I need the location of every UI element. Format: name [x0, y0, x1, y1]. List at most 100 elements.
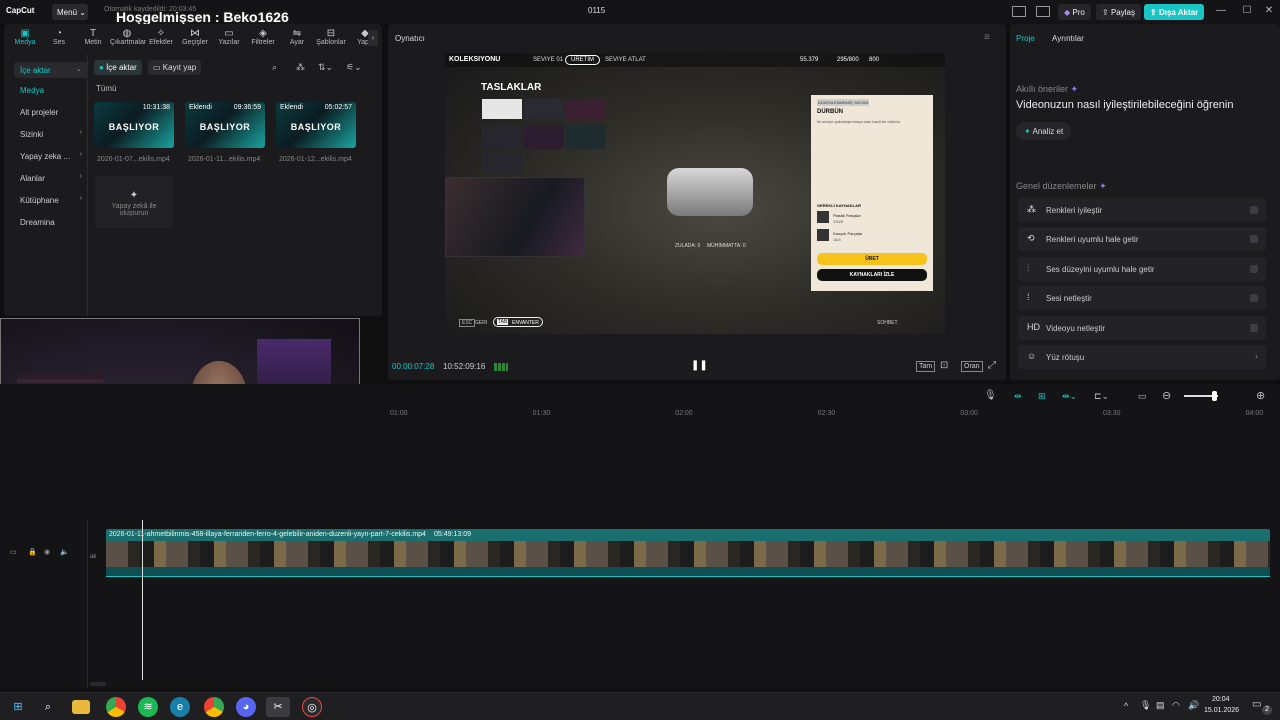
- speaker-icon[interactable]: 🔈: [60, 548, 69, 556]
- file-explorer-icon[interactable]: [72, 700, 90, 714]
- edit-option-4[interactable]: HD Videoyu netleştir: [1018, 315, 1266, 340]
- esc-key: ESC: [459, 319, 476, 327]
- analyze-button[interactable]: ✦ Analiz et: [1016, 122, 1072, 140]
- minimize-icon[interactable]: —: [1214, 5, 1228, 19]
- tool-tab-8[interactable]: ⇋ Ayar: [280, 28, 314, 56]
- chevron-right-icon[interactable]: ›: [368, 30, 378, 46]
- sidebar-item-2[interactable]: Alt projeler: [14, 104, 88, 120]
- edit-option-3[interactable]: ⁞ Sesi netleştir: [1018, 286, 1266, 311]
- link-clips-icon[interactable]: ⇹: [1014, 391, 1022, 402]
- sidebar-item-0[interactable]: İçe aktar ⌄: [14, 62, 88, 78]
- close-icon[interactable]: ✕: [1262, 5, 1276, 19]
- templates-icon: ⊟: [326, 28, 336, 39]
- sidebar-item-3[interactable]: Sizinki ›: [14, 126, 88, 142]
- layout-icon[interactable]: [1012, 6, 1026, 17]
- zoom-fit-icon[interactable]: ⊡: [940, 360, 948, 371]
- tray-mic-icon[interactable]: 🎙: [1140, 700, 1151, 711]
- clip-thumbnails[interactable]: [106, 541, 1270, 567]
- option-toggle[interactable]: [1250, 235, 1258, 244]
- tray-network-icon[interactable]: ▤: [1156, 700, 1165, 711]
- sidebar-item-7[interactable]: Dreamina: [14, 214, 88, 230]
- sidebar-item-1[interactable]: Medya: [14, 82, 88, 98]
- tool-tab-7[interactable]: ◈ Filtreler: [246, 28, 280, 56]
- option-toggle[interactable]: [1250, 264, 1258, 273]
- export-button[interactable]: ⇪ Dışa Aktar: [1144, 4, 1205, 20]
- sidebar-item-6[interactable]: Kütüphane ›: [14, 192, 88, 208]
- menu-button[interactable]: Menü ⌄: [52, 4, 88, 20]
- capcut-icon[interactable]: ✂: [266, 697, 290, 717]
- record-button[interactable]: ▭ Kayıt yap: [148, 60, 202, 75]
- chevron-right-icon[interactable]: ›: [1255, 351, 1258, 361]
- spotify-icon[interactable]: ≋: [138, 697, 158, 717]
- lock-icon[interactable]: 🔒: [28, 548, 37, 556]
- edge-icon[interactable]: e: [170, 697, 190, 717]
- zoom-slider-handle[interactable]: [1212, 391, 1217, 401]
- media-clip-thumbnail[interactable]: Eklendi 05:02:57 BAŞLIYOR: [276, 102, 356, 148]
- filter-icon[interactable]: ⚟⌄: [346, 62, 362, 73]
- tool-tab-2[interactable]: T Metin: [76, 28, 110, 56]
- view-toggle-icon[interactable]: ⁂: [296, 62, 305, 73]
- expand-icon[interactable]: ⤢: [988, 360, 996, 371]
- sidebar-item-4[interactable]: Yapay zeka ... ›: [14, 148, 88, 164]
- pro-button[interactable]: ◆ Pro: [1058, 4, 1091, 20]
- clip-header[interactable]: 2026-01-11-ahmetbilinmis-458-illaya-ferr…: [106, 529, 1270, 541]
- media-clip-thumbnail[interactable]: 10:31:38 BAŞLIYOR: [94, 102, 174, 148]
- eye-icon[interactable]: ◉: [44, 548, 50, 556]
- tray-wifi-icon[interactable]: ◠: [1172, 700, 1180, 711]
- edit-option-1[interactable]: ⟲ Renkleri uyumlu hale getir: [1018, 227, 1266, 252]
- tray-chevron-icon[interactable]: ^: [1124, 701, 1128, 711]
- sort-icon[interactable]: ⇅⌄: [318, 62, 333, 73]
- option-toggle[interactable]: [1250, 294, 1258, 303]
- horizontal-scrollbar[interactable]: [90, 682, 106, 686]
- tool-tab-3[interactable]: ◍ Çıkartmalar: [110, 28, 146, 56]
- clock-date[interactable]: 15.01.2026: [1204, 707, 1239, 714]
- search-icon[interactable]: ⌕: [272, 62, 277, 73]
- tool-tab-5[interactable]: ⋈ Geçişler: [178, 28, 212, 56]
- edit-option-5[interactable]: ☺ Yüz rötuşu ›: [1018, 345, 1266, 369]
- microphone-icon[interactable]: 🎙: [984, 390, 997, 401]
- tool-tab-0[interactable]: ▣ Medya: [8, 28, 42, 56]
- sidebar-item-5[interactable]: Alanlar ›: [14, 170, 88, 186]
- import-button[interactable]: ● İçe aktar: [94, 60, 142, 75]
- tool-tab-6[interactable]: ▭ Yazılar: [212, 28, 246, 56]
- clock-time[interactable]: 20:04: [1212, 696, 1230, 703]
- video-preview[interactable]: KOLEKSIYONU SEVIYE 01 ÜRETIM SEVIYE ATLA…: [445, 53, 945, 334]
- pause-icon[interactable]: ❚❚: [691, 360, 708, 371]
- shortcuts-icon[interactable]: [1036, 6, 1050, 17]
- track-cover-icon[interactable]: ▭: [10, 548, 17, 556]
- zoom-in-icon[interactable]: ⊕: [1256, 389, 1265, 402]
- tab-project[interactable]: Proje: [1016, 34, 1035, 43]
- magnet-icon[interactable]: ⊞: [1038, 391, 1046, 402]
- tool-tab-4[interactable]: ✧ Efektler: [144, 28, 178, 56]
- preview-axis-icon[interactable]: ⊏⌄: [1094, 391, 1109, 402]
- split-preview-icon[interactable]: ⇹⌄: [1062, 391, 1077, 402]
- chrome-canary-icon[interactable]: [204, 697, 224, 717]
- discord-icon[interactable]: ◕: [236, 697, 256, 717]
- edit-option-0[interactable]: ⁂ Renkleri iyileştir: [1018, 198, 1266, 222]
- tool-tab-1[interactable]: ◔ Ses: [42, 28, 76, 56]
- search-icon[interactable]: ⌕: [38, 697, 58, 717]
- playhead[interactable]: [142, 520, 143, 680]
- media-clip-thumbnail[interactable]: Eklendi 09:36:59 BAŞLIYOR: [185, 102, 265, 148]
- share-button[interactable]: ⇪ Paylaş: [1096, 4, 1141, 20]
- obs-icon[interactable]: ◎: [302, 697, 322, 717]
- option-toggle[interactable]: [1250, 206, 1258, 214]
- subtitle-icon[interactable]: ▭: [1138, 391, 1147, 402]
- media-sidebar: İçe aktar ⌄ Medya Alt projeler Sizinki › Yapay…: [8, 54, 88, 316]
- fullscreen-quality-button[interactable]: Tam: [916, 361, 936, 372]
- ai-create-card[interactable]: ✦ Yapay zekâ ile oluşturun: [95, 176, 173, 228]
- tool-tab-9[interactable]: ⊟ Şablonlar: [314, 28, 348, 56]
- filter-all-label[interactable]: Tümü: [96, 84, 116, 93]
- zoom-out-icon[interactable]: ⊖: [1162, 389, 1171, 402]
- windows-start-icon[interactable]: ⊞: [8, 697, 28, 717]
- hamburger-icon[interactable]: ≡: [984, 32, 990, 43]
- maximize-icon[interactable]: ☐: [1240, 5, 1254, 19]
- clip-audio-waveform[interactable]: [106, 567, 1270, 577]
- chrome-icon[interactable]: [106, 697, 126, 717]
- ratio-button[interactable]: Oran: [961, 361, 983, 372]
- tab-details[interactable]: Ayrıntılar: [1052, 34, 1084, 43]
- tray-volume-icon[interactable]: 🔊: [1188, 700, 1199, 711]
- notification-icon[interactable]: ▭: [1252, 699, 1261, 710]
- option-toggle[interactable]: [1250, 323, 1258, 332]
- edit-option-2[interactable]: ⫶ Ses düzeyini uyumlu hale getir: [1018, 256, 1266, 281]
